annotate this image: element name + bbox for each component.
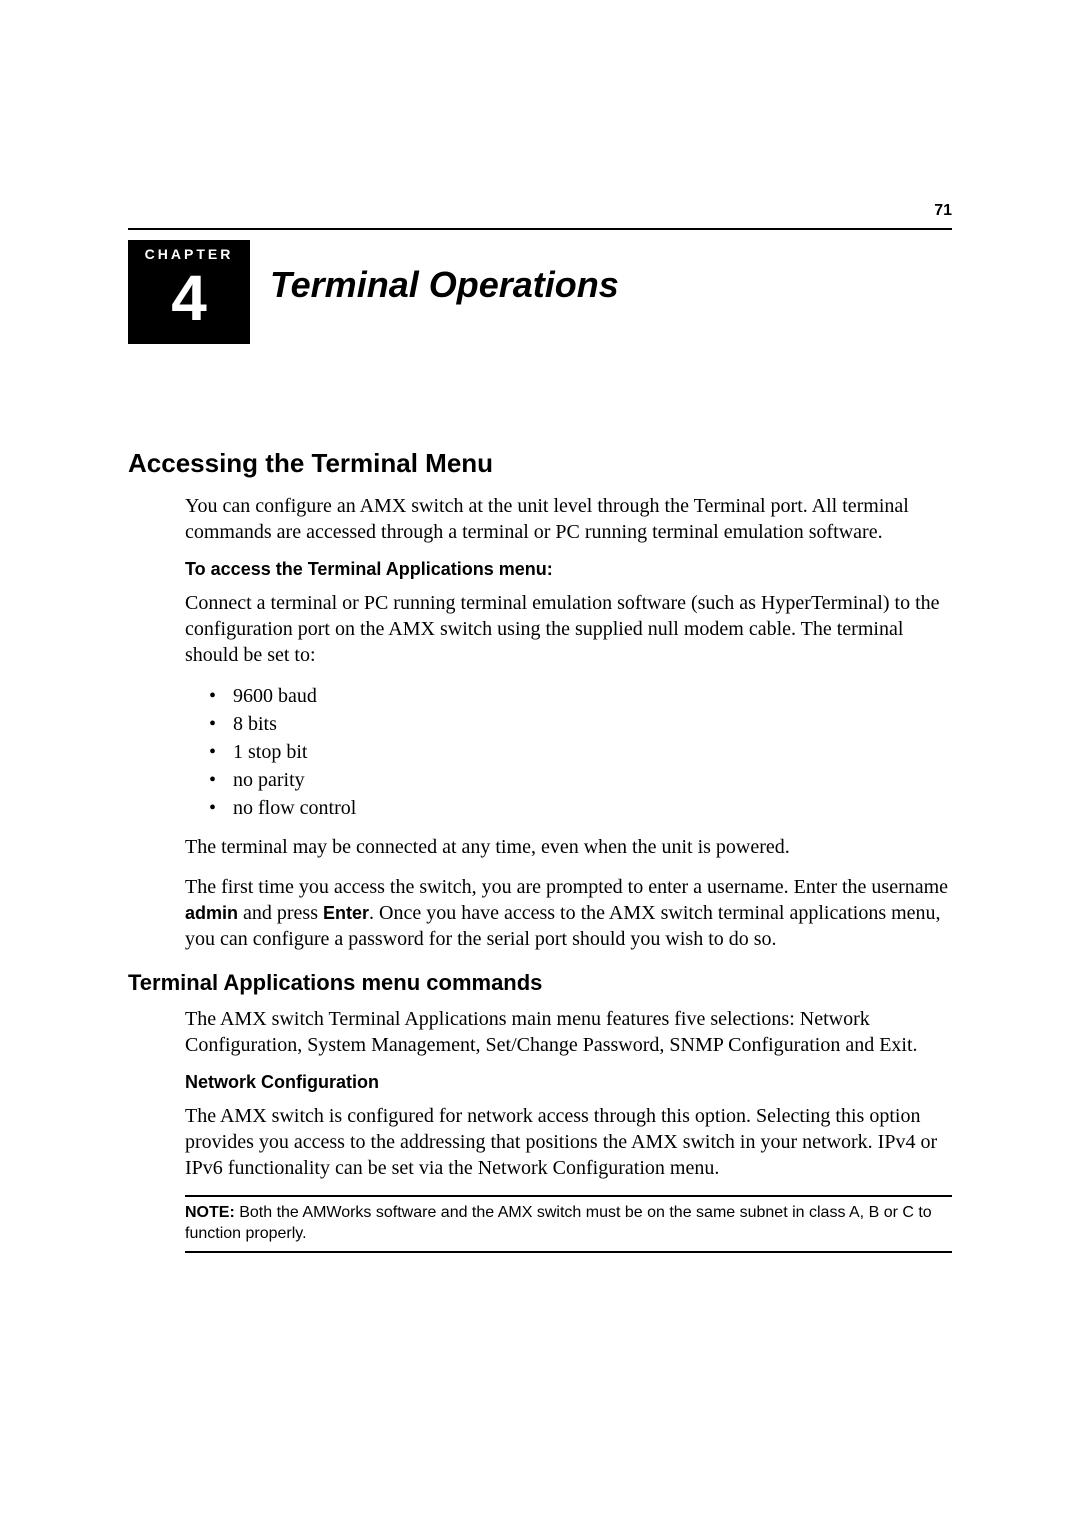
first-time-mid: and press: [238, 902, 323, 924]
list-item: 9600 baud: [209, 682, 952, 710]
list-item: 8 bits: [209, 710, 952, 738]
note-label: NOTE:: [185, 1204, 235, 1221]
content-area: Accessing the Terminal Menu You can conf…: [128, 448, 952, 1257]
access-text: Connect a terminal or PC running termina…: [185, 590, 952, 668]
chapter-label: CHAPTER: [128, 240, 250, 262]
list-item: no parity: [209, 766, 952, 794]
settings-list: 9600 baud 8 bits 1 stop bit no parity no…: [185, 682, 952, 822]
chapter-number: 4: [128, 262, 250, 330]
section-body: You can configure an AMX switch at the u…: [185, 493, 952, 952]
enter-word: Enter: [323, 903, 369, 923]
terminal-connect-text: The terminal may be connected at any tim…: [185, 834, 952, 860]
section-heading: Accessing the Terminal Menu: [128, 448, 952, 479]
page-number: 71: [934, 202, 952, 220]
netconf-text: The AMX switch is configured for network…: [185, 1103, 952, 1181]
subsection-heading: Terminal Applications menu commands: [128, 970, 952, 996]
first-time-paragraph: The first time you access the switch, yo…: [185, 874, 952, 952]
subsection-body: The AMX switch Terminal Applications mai…: [185, 1006, 952, 1253]
first-time-pre: The first time you access the switch, yo…: [185, 876, 948, 898]
intro-paragraph: You can configure an AMX switch at the u…: [185, 493, 952, 545]
netconf-heading: Network Configuration: [185, 1072, 952, 1093]
access-heading: To access the Terminal Applications menu…: [185, 559, 952, 580]
list-item: 1 stop bit: [209, 738, 952, 766]
chapter-badge: CHAPTER 4: [128, 240, 250, 344]
note-rule-bottom: [185, 1251, 952, 1253]
note-body: Both the AMWorks software and the AMX sw…: [185, 1204, 932, 1242]
chapter-title: Terminal Operations: [270, 264, 619, 306]
page: 71 CHAPTER 4 Terminal Operations Accessi…: [0, 0, 1080, 1527]
note-rule-top: [185, 1195, 952, 1197]
subsection-text: The AMX switch Terminal Applications mai…: [185, 1006, 952, 1058]
list-item: no flow control: [209, 794, 952, 822]
admin-word: admin: [185, 903, 238, 923]
note-text: NOTE: Both the AMWorks software and the …: [185, 1203, 952, 1245]
top-rule: [128, 228, 952, 230]
